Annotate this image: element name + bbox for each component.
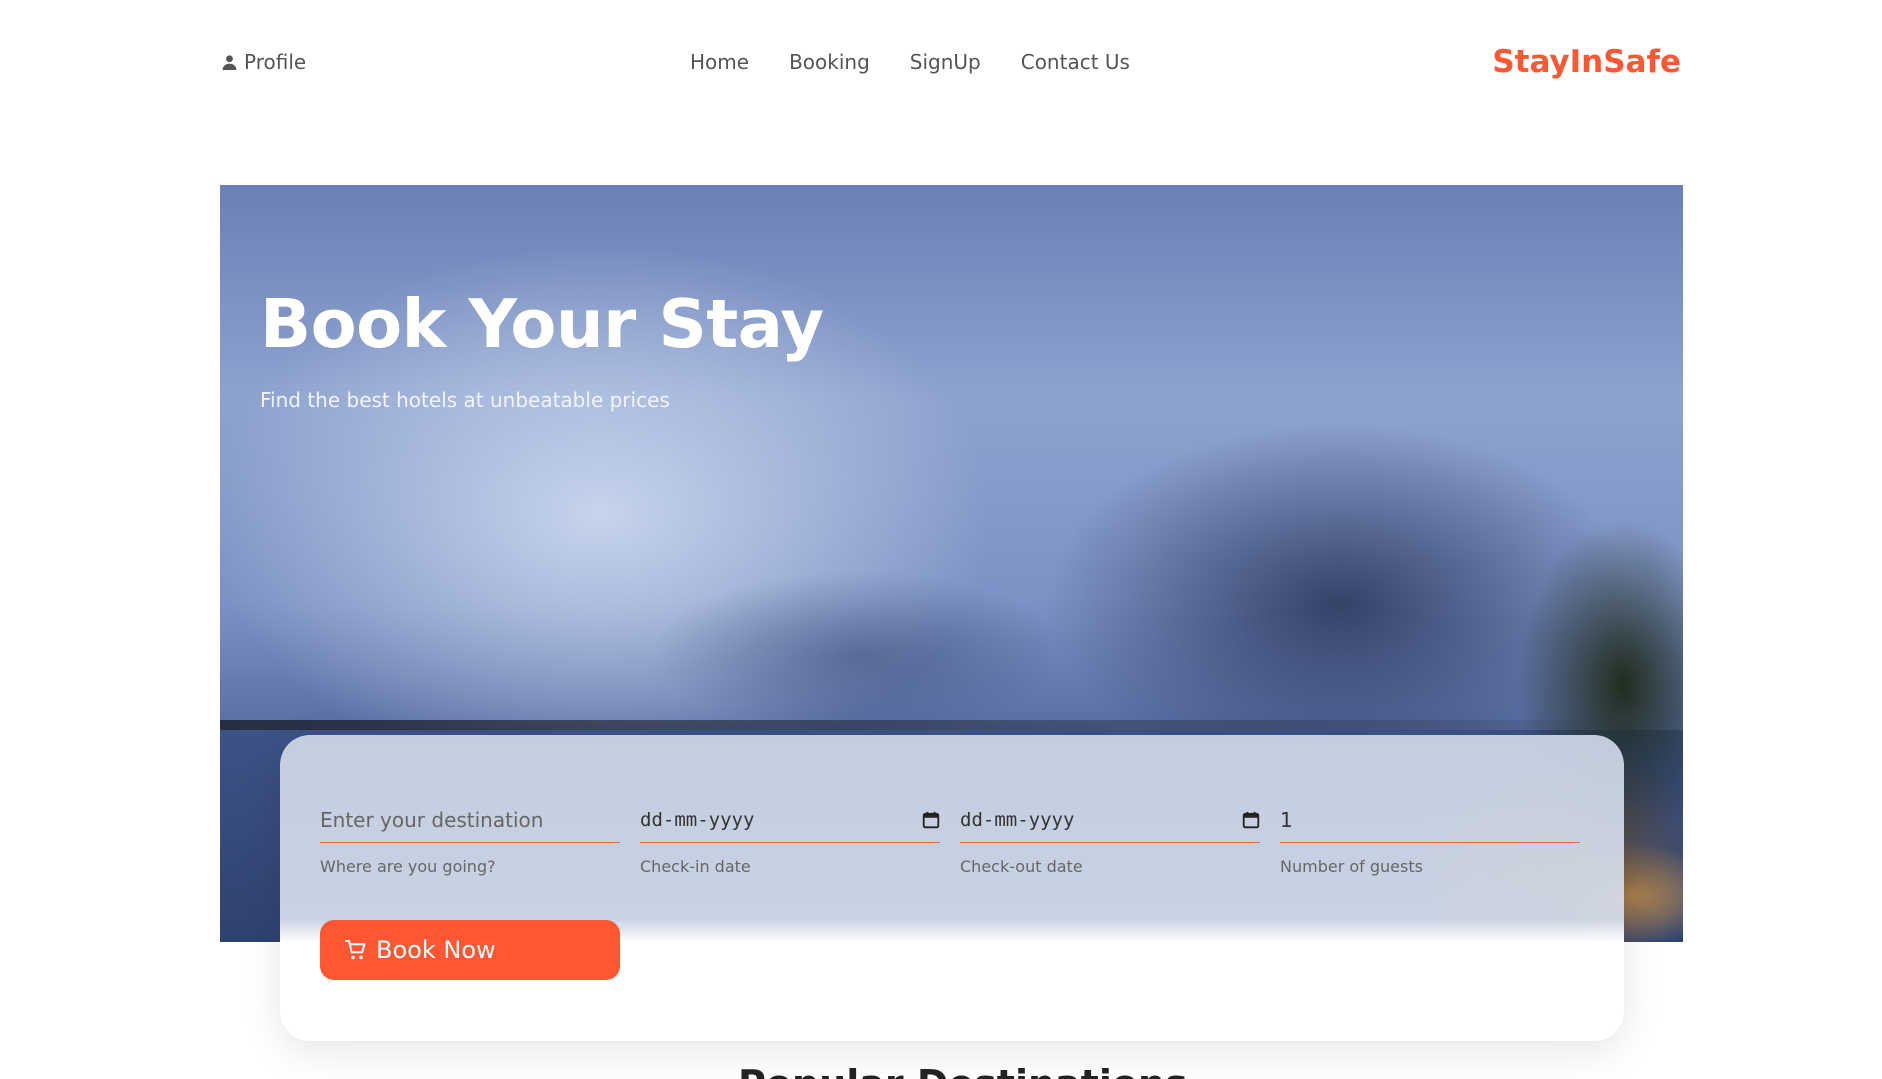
destination-helper: Where are you going?: [320, 857, 496, 876]
checkin-helper: Check-in date: [640, 857, 751, 876]
user-icon: [222, 54, 237, 70]
profile-label: Profile: [244, 50, 307, 74]
cart-icon: [345, 940, 366, 960]
nav-booking[interactable]: Booking: [789, 50, 870, 74]
brand-logo[interactable]: StayInSafe: [1492, 44, 1681, 80]
checkout-field: dd-mm-yyyy Check-out date: [960, 797, 1260, 876]
profile-link[interactable]: Profile: [221, 50, 306, 74]
checkin-input[interactable]: dd-mm-yyyy: [640, 797, 940, 843]
nav-home[interactable]: Home: [690, 50, 749, 74]
main-nav: Home Booking SignUp Contact Us: [690, 50, 1130, 74]
hero-title: Book Your Stay: [260, 285, 824, 363]
checkout-value: dd-mm-yyyy: [960, 808, 1075, 831]
checkin-value: dd-mm-yyyy: [640, 808, 755, 831]
guests-helper: Number of guests: [1280, 857, 1423, 876]
checkout-input[interactable]: dd-mm-yyyy: [960, 797, 1260, 843]
destination-input[interactable]: Enter your destination: [320, 797, 620, 843]
site-header: Profile Home Booking SignUp Contact Us S…: [0, 0, 1882, 130]
destination-field: Enter your destination Where are you goi…: [320, 797, 620, 876]
nav-signup[interactable]: SignUp: [910, 50, 981, 74]
section-title: Popular Destinations: [738, 1062, 1188, 1079]
destination-placeholder: Enter your destination: [320, 807, 544, 832]
book-now-button[interactable]: Book Now: [320, 920, 620, 980]
checkin-field: dd-mm-yyyy Check-in date: [640, 797, 940, 876]
checkout-helper: Check-out date: [960, 857, 1083, 876]
guests-input[interactable]: 1: [1280, 797, 1580, 843]
calendar-icon[interactable]: [922, 811, 940, 829]
guests-value: 1: [1280, 807, 1293, 832]
book-now-label: Book Now: [376, 936, 496, 964]
hero-subtitle: Find the best hotels at unbeatable price…: [260, 388, 670, 412]
calendar-icon[interactable]: [1242, 811, 1260, 829]
booking-card: Enter your destination Where are you goi…: [280, 735, 1624, 1041]
guests-field: 1 Number of guests: [1280, 797, 1580, 876]
nav-contact-us[interactable]: Contact Us: [1021, 50, 1130, 74]
